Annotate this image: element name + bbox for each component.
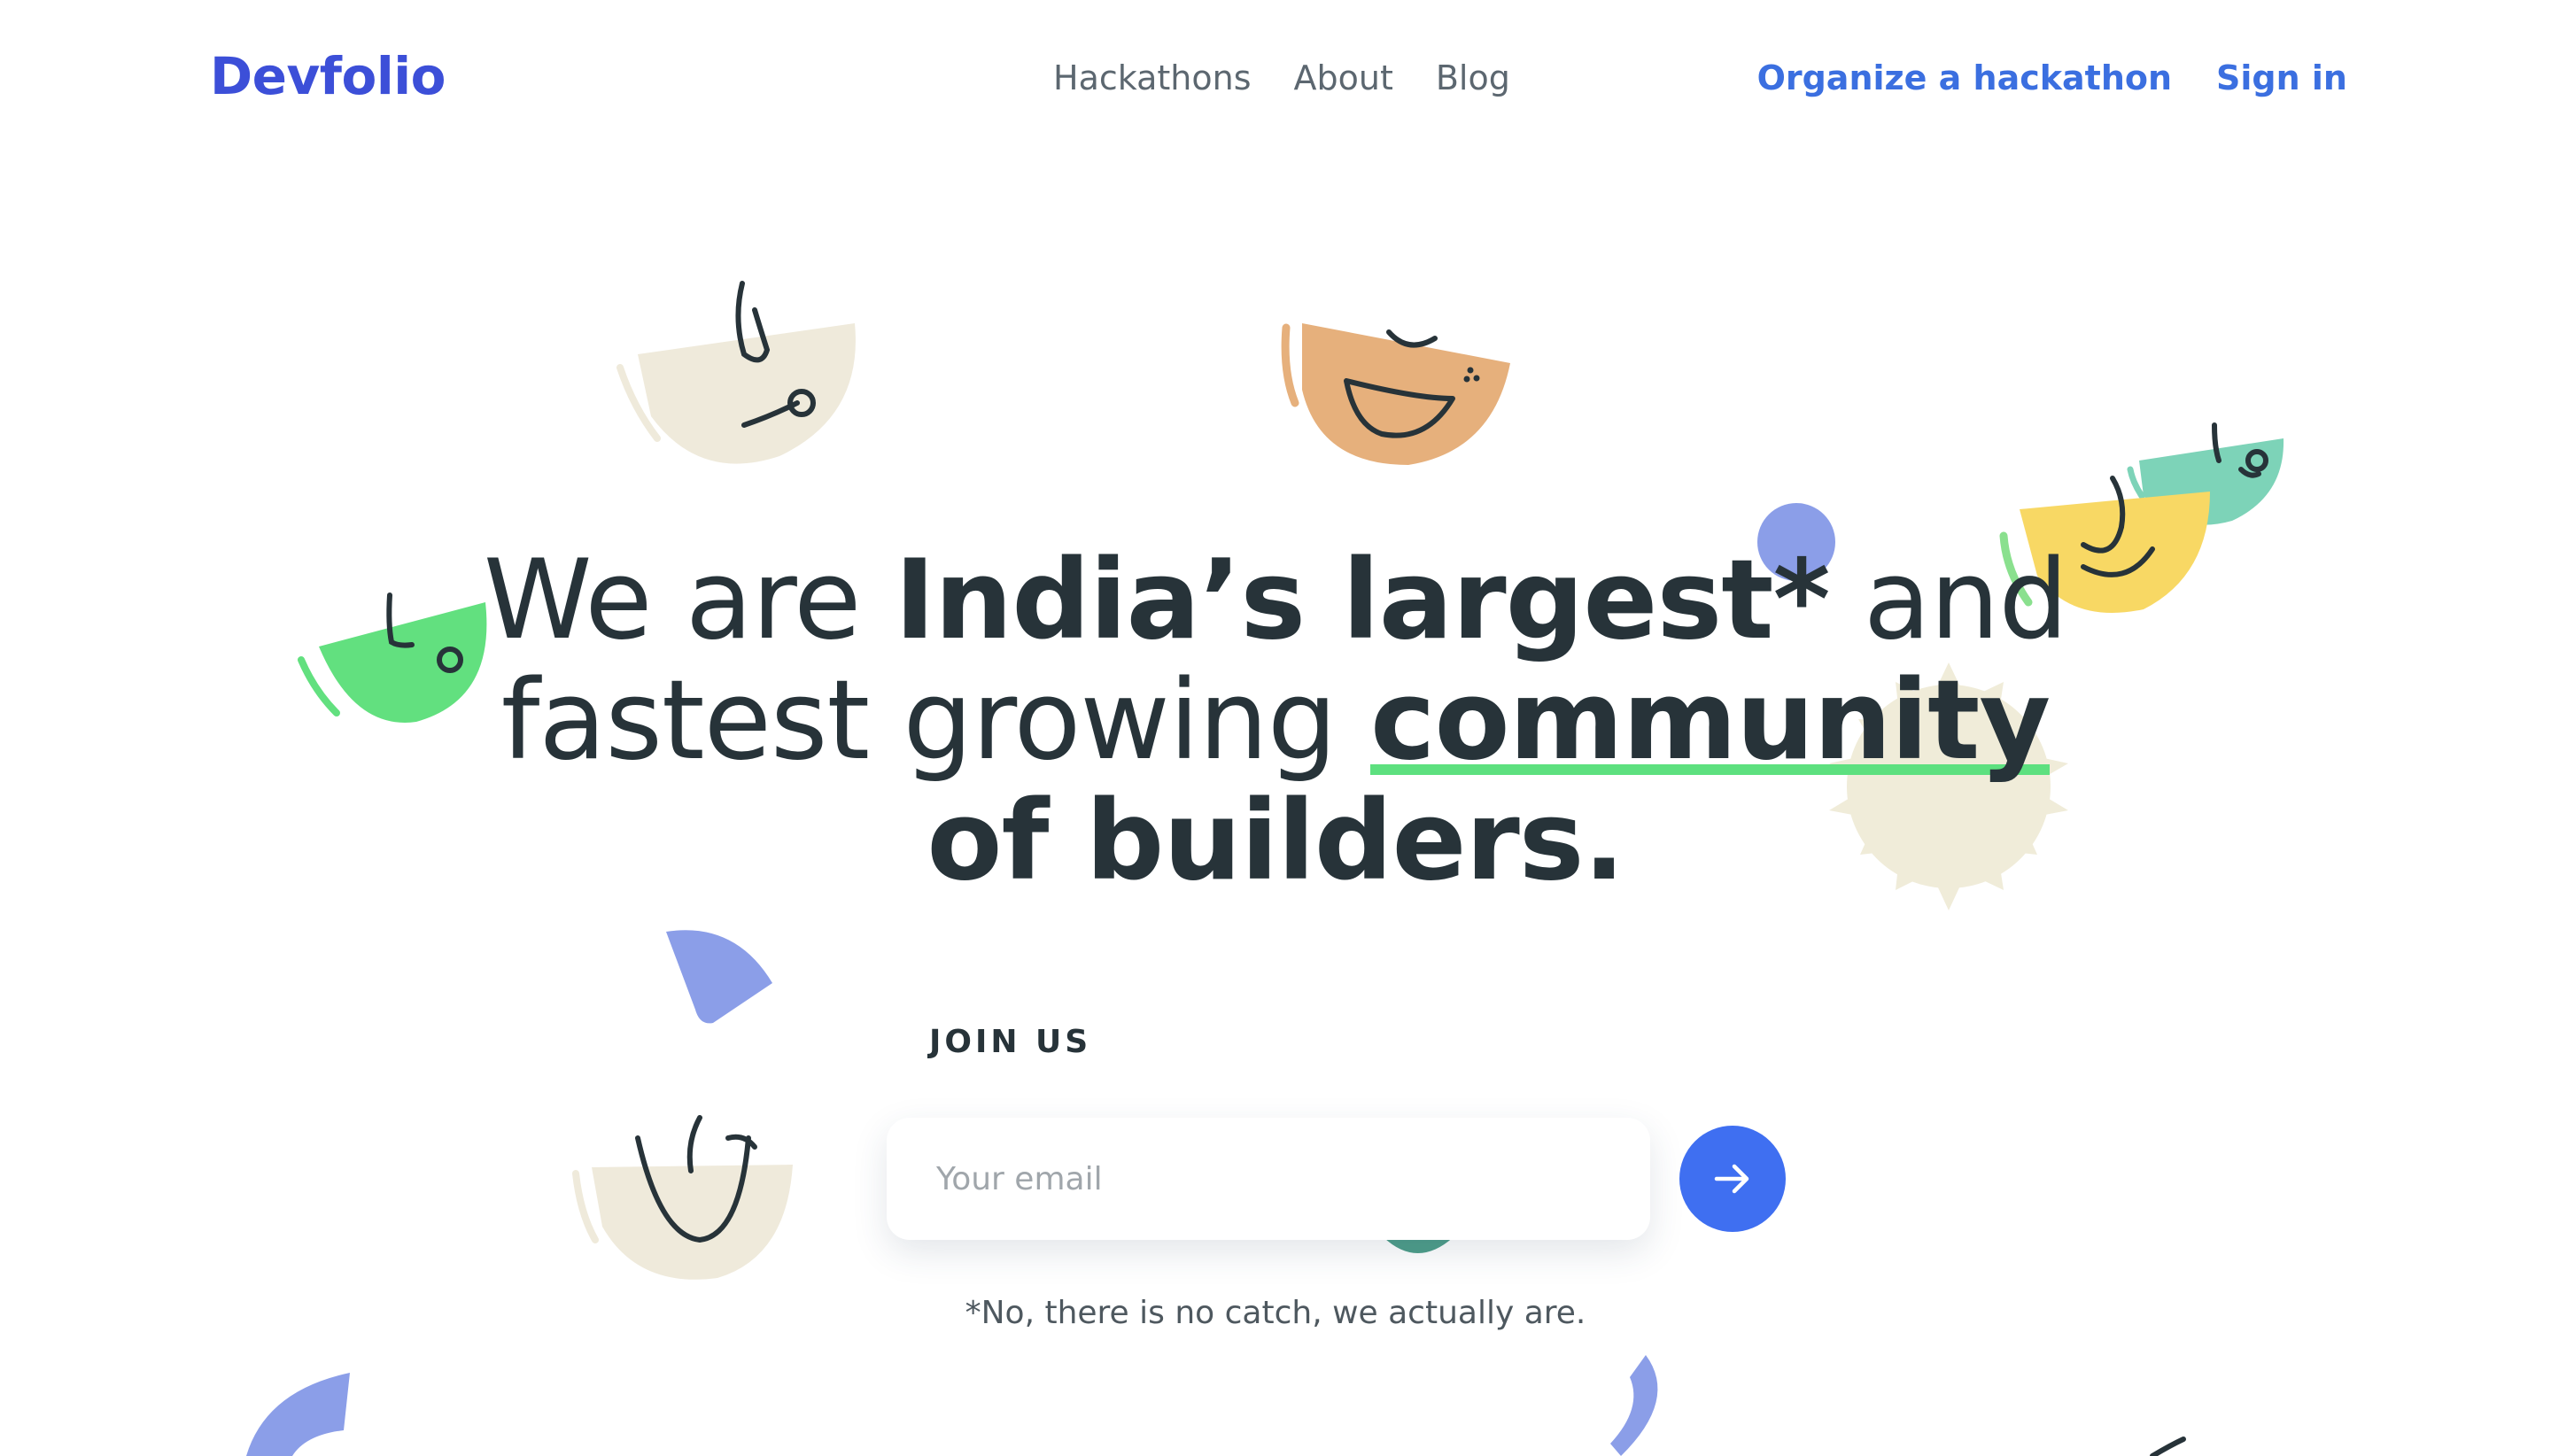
email-input[interactable] (887, 1118, 1645, 1240)
devfolio-logo[interactable]: Devfolio (210, 46, 446, 106)
sign-in-link[interactable]: Sign in (2216, 58, 2347, 97)
main-nav: Hackathons About Blog (1053, 58, 1510, 97)
arrow-right-icon (1714, 1164, 1749, 1194)
organize-hackathon-link[interactable]: Organize a hackathon (1757, 58, 2172, 97)
blue-wedge-shape (666, 930, 772, 1024)
cream-bowl-face-icon (616, 281, 856, 464)
nav-item-about[interactable]: About (1294, 58, 1393, 97)
landing-page: Devfolio Hackathons About Blog Organize … (0, 0, 2551, 1456)
hero-line2-regular: fastest growing (500, 657, 1370, 785)
join-us-label: JOIN US (929, 1024, 1092, 1060)
nav-item-hackathons[interactable]: Hackathons (1053, 58, 1252, 97)
dark-stroke-shape (2150, 1437, 2186, 1456)
submit-email-button[interactable] (1679, 1126, 1786, 1232)
header-actions: Organize a hackathon Sign in (1757, 58, 2347, 97)
hero-line3: of builders. (927, 778, 1624, 905)
hero-line1-bold: India’s largest* (894, 537, 1831, 664)
blue-arc-shape (246, 1373, 350, 1456)
nav-item-blog[interactable]: Blog (1436, 58, 1510, 97)
orange-bowl-face-icon (1281, 323, 1510, 465)
email-field-container (887, 1118, 1650, 1240)
hero-headline: We are India’s largest* and fastest grow… (0, 540, 2551, 902)
hero-line2-highlight: community (1369, 657, 2051, 785)
hero-line1-end: and (1829, 537, 2068, 664)
blue-crescent-shape (1610, 1355, 1658, 1456)
hero-line1-regular: We are (483, 537, 895, 664)
footnote-text: *No, there is no catch, we actually are. (965, 1295, 1586, 1331)
cream-bowl-smile-icon (572, 1115, 793, 1280)
